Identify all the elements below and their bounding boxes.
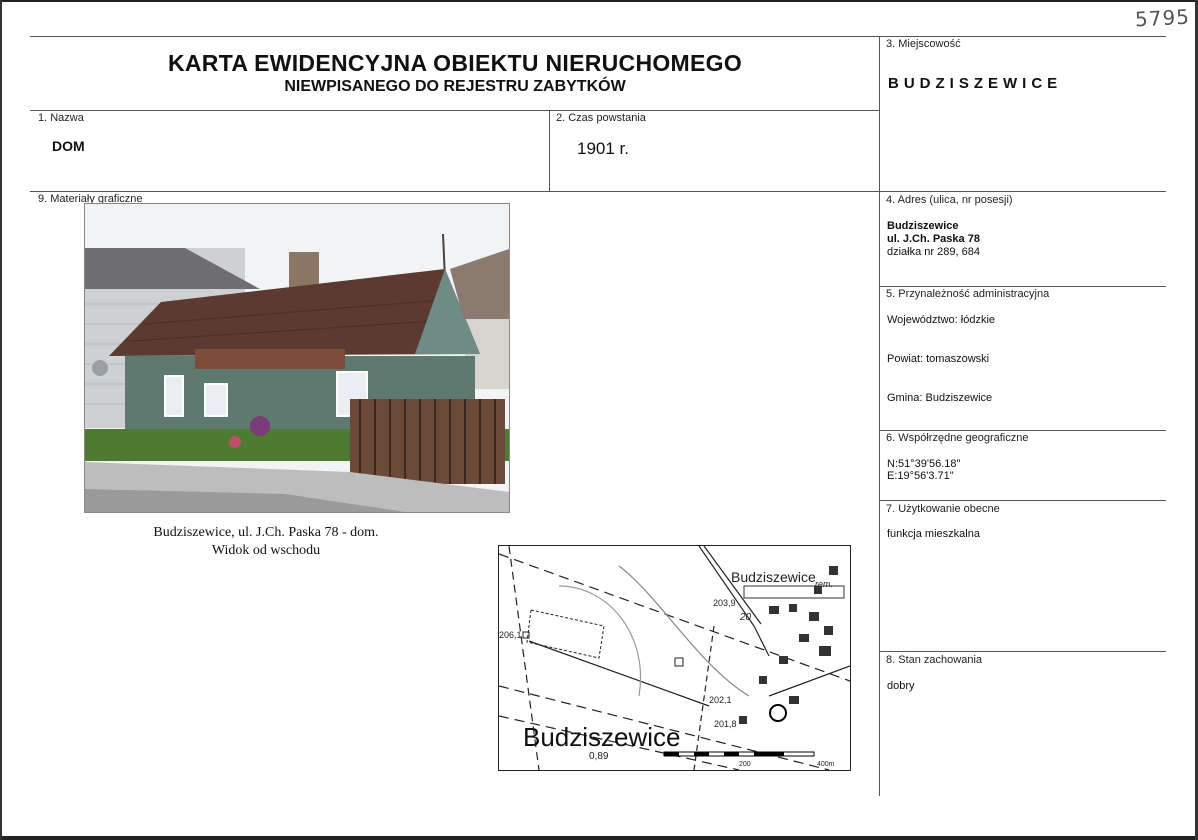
field-label-stan: 8. Stan zachowania	[886, 654, 983, 666]
grid-line	[879, 651, 1166, 652]
grid-line	[549, 110, 550, 191]
map-elevation-1: 203,9	[713, 598, 736, 608]
field-label-przynaleznosc: 5. Przynależność administracyjna	[886, 288, 1050, 300]
field-value-nazwa: DOM	[52, 138, 85, 154]
field-value-czas: 1901 r.	[577, 139, 629, 158]
map-elevation-5: 0,89	[589, 751, 609, 762]
map-scale-end: 400m	[817, 761, 835, 768]
field-label-miejscowosc: 3. Miejscowość	[886, 38, 961, 50]
powiat-text: Powiat: tomaszowski	[887, 353, 990, 365]
field-value-stan: dobry	[887, 680, 915, 692]
wojewodztwo-text: Województwo: łódzkie	[887, 314, 996, 326]
field-label-adres: 4. Adres (ulica, nr posesji)	[886, 194, 1013, 206]
field-label-wspolrzedne: 6. Współrzędne geograficzne	[886, 432, 1029, 444]
card-title: KARTA EWIDENCYJNA OBIEKTU NIERUCHOMEGO	[167, 50, 743, 76]
grid-line	[30, 191, 1166, 192]
grid-line	[879, 286, 1166, 287]
map-scale-bar: 200 400m	[663, 751, 835, 768]
gmina-text: Gmina: Budziszewice	[887, 392, 993, 404]
map-scale-mid: 200	[739, 761, 751, 768]
field-value-miejscowosc: BUDZISZEWICE	[888, 75, 1063, 92]
card-subtitle: NIEWPISANEGO DO REJESTRU ZABYTKÓW	[284, 78, 626, 95]
field-label-nazwa: 1. Nazwa	[38, 112, 84, 124]
map-elevation-2: 206,1	[499, 630, 522, 640]
map-label-town-large: Budziszewice	[523, 722, 681, 752]
house-photo	[84, 203, 510, 513]
adres-line-2: ul. J.Ch. Paska 78	[887, 233, 980, 245]
grid-line	[879, 430, 1166, 431]
map-label-20: 20	[739, 612, 752, 623]
photo-caption-line-2: Widok od wschodu	[211, 543, 321, 558]
field-label-czas: 2. Czas powstania	[556, 112, 646, 124]
location-map: Budziszewice rem. 203,9 20 206,1 202,1 2…	[498, 545, 851, 771]
grid-line	[879, 36, 880, 796]
grid-line	[30, 110, 879, 111]
coord-n: N:51°39'56.18"	[887, 458, 961, 470]
page-border-top	[0, 0, 1198, 2]
page-border-bottom	[0, 836, 1198, 840]
adres-line-1: Budziszewice	[887, 220, 959, 232]
grid-line	[30, 36, 1166, 37]
field-value-uzytkowanie: funkcja mieszkalna	[887, 528, 980, 540]
handwritten-number-stamp: 5795	[1134, 4, 1191, 32]
field-label-uzytkowanie: 7. Użytkowanie obecne	[886, 503, 1000, 515]
page-border-left	[0, 0, 2, 840]
adres-line-3: działka nr 289, 684	[887, 246, 980, 258]
coord-e: E:19°56'3.71"	[887, 470, 954, 482]
photo-caption-line-1: Budziszewice, ul. J.Ch. Paska 78 - dom.	[153, 525, 379, 540]
map-elevation-3: 202,1	[709, 695, 732, 705]
map-elevation-4: 201,8	[714, 719, 737, 729]
map-label-rem: rem.	[815, 579, 833, 589]
grid-line	[879, 500, 1166, 501]
map-label-town-small: Budziszewice	[731, 569, 816, 585]
